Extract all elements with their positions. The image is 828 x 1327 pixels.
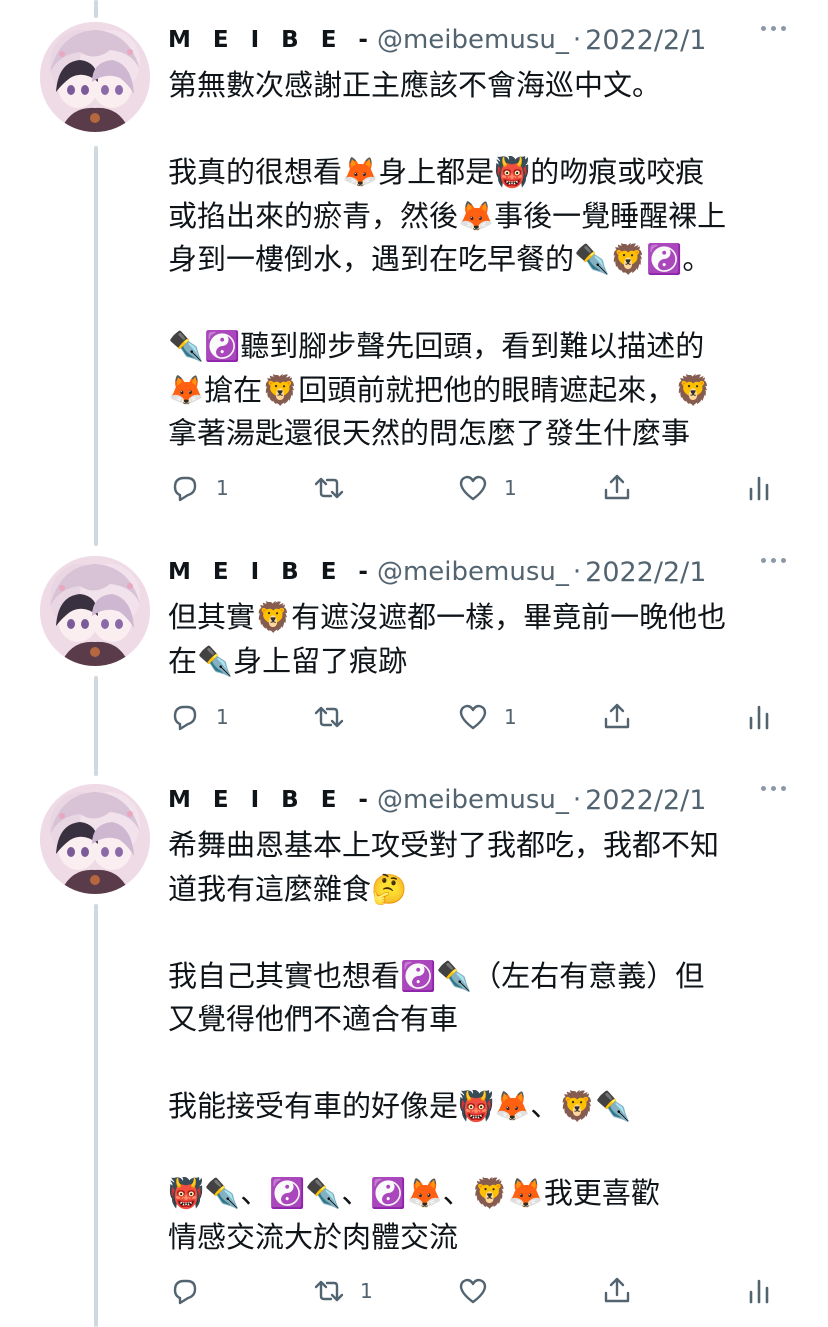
- heart-icon: [456, 700, 490, 734]
- thread-line: [94, 146, 98, 546]
- reply-icon: [168, 471, 202, 505]
- thread-line: [94, 676, 98, 776]
- text-line: 又覺得他們不適合有車: [168, 1002, 459, 1036]
- reply-count: 1: [216, 705, 229, 729]
- tweet-actions: 11: [168, 697, 769, 737]
- text-line: 在✒️身上留了痕跡: [168, 643, 408, 678]
- separator: ·: [572, 557, 582, 587]
- tweet-text: 但其實🦁有遮沒遮都一樣，畢竟前一晚他也 在✒️身上留了痕跡: [168, 596, 798, 683]
- tweet-header: M E I B E - @meibemusu_ · 2022/2/1: [168, 20, 706, 60]
- avatar[interactable]: [40, 22, 150, 132]
- tweet-date[interactable]: 2022/2/1: [585, 25, 706, 56]
- more-icon[interactable]: [761, 26, 786, 31]
- author-name[interactable]: M E I B E -: [168, 27, 375, 53]
- like-button[interactable]: 1: [456, 697, 517, 737]
- reply-button[interactable]: 1: [168, 468, 229, 508]
- tweet-actions: 1: [168, 1271, 769, 1311]
- analytics-icon: [742, 700, 776, 734]
- text-line: 我真的很想看🦊身上都是👹的吻痕或咬痕: [168, 155, 705, 189]
- text-line: 👹✒️、☯️✒️、☯️🦊、🦁🦊我更喜歡: [168, 1176, 660, 1210]
- text-line: 拿著湯匙還很天然的問怎麼了發生什麼事: [168, 416, 691, 450]
- analytics-button[interactable]: [742, 468, 776, 508]
- more-icon[interactable]: [761, 558, 786, 563]
- tweet-date[interactable]: 2022/2/1: [585, 557, 706, 588]
- thread-line-top: [94, 0, 98, 18]
- retweet-count: 1: [360, 1279, 373, 1303]
- tweet-header: M E I B E - @meibemusu_ · 2022/2/1: [168, 780, 706, 820]
- share-button[interactable]: [600, 468, 634, 508]
- share-icon: [600, 700, 634, 734]
- retweet-button[interactable]: [312, 468, 360, 508]
- analytics-button[interactable]: [742, 1271, 776, 1311]
- text-line: 第無數次感謝正主應該不會海巡中文。: [168, 68, 662, 102]
- separator: ·: [572, 25, 582, 55]
- reply-icon: [168, 1274, 202, 1308]
- avatar-image: [40, 556, 150, 666]
- retweet-button[interactable]: 1: [312, 1271, 373, 1311]
- text-line: 我自己其實也想看☯️✒️（左右有意義）但: [168, 958, 705, 993]
- more-icon[interactable]: [761, 786, 786, 791]
- text-line: 道我有這麼雜食🤔: [168, 871, 408, 906]
- reply-button[interactable]: [168, 1271, 216, 1311]
- tweet-header: M E I B E - @meibemusu_ · 2022/2/1: [168, 552, 706, 592]
- retweet-icon: [312, 700, 346, 734]
- analytics-button[interactable]: [742, 697, 776, 737]
- share-icon: [600, 471, 634, 505]
- text-line: 身到一樓倒水，遇到在吃早餐的✒️🦁☯️。: [168, 242, 712, 276]
- retweet-icon: [312, 471, 346, 505]
- text-line: 情感交流大於肉體交流: [168, 1219, 459, 1254]
- text-line: 但其實🦁有遮沒遮都一樣，畢竟前一晚他也: [168, 600, 727, 634]
- reply-icon: [168, 700, 202, 734]
- separator: ·: [572, 785, 582, 815]
- like-button[interactable]: 1: [456, 468, 517, 508]
- share-button[interactable]: [600, 697, 634, 737]
- tweet-actions: 11: [168, 468, 769, 508]
- share-icon: [600, 1274, 634, 1308]
- tweet-date[interactable]: 2022/2/1: [585, 785, 706, 816]
- author-handle[interactable]: @meibemusu_: [377, 25, 569, 55]
- tweet-text: 希舞曲恩基本上攻受對了我都吃，我都不知 道我有這麼雜食🤔 我自己其實也想看☯️✒️（…: [168, 824, 798, 1259]
- like-count: 1: [504, 476, 517, 500]
- avatar-image: [40, 22, 150, 132]
- share-button[interactable]: [600, 1271, 634, 1311]
- text-line: 🦊搶在🦁回頭前就把他的眼睛遮起來，🦁: [168, 372, 712, 407]
- avatar[interactable]: [40, 556, 150, 666]
- retweet-button[interactable]: [312, 697, 360, 737]
- tweet-text: 第無數次感謝正主應該不會海巡中文。我真的很想看🦊身上都是👹的吻痕或咬痕 或掐出來的…: [168, 64, 798, 456]
- like-button[interactable]: [456, 1271, 504, 1311]
- author-name[interactable]: M E I B E -: [168, 559, 375, 585]
- author-handle[interactable]: @meibemusu_: [377, 785, 569, 815]
- analytics-icon: [742, 1274, 776, 1308]
- text-line: ✒️☯️聽到腳步聲先回頭，看到難以描述的: [168, 329, 705, 363]
- text-line: 我能接受有車的好像是👹🦊、🦁✒️: [168, 1089, 632, 1123]
- text-line: 希舞曲恩基本上攻受對了我都吃，我都不知: [168, 828, 720, 862]
- like-count: 1: [504, 705, 517, 729]
- reply-button[interactable]: 1: [168, 697, 229, 737]
- thread-line: [94, 904, 98, 1327]
- analytics-icon: [742, 471, 776, 505]
- retweet-icon: [312, 1274, 346, 1308]
- text-line: 或掐出來的瘀青，然後🦊事後一覺睡醒裸上: [168, 198, 727, 233]
- author-name[interactable]: M E I B E -: [168, 787, 375, 813]
- heart-icon: [456, 1274, 490, 1308]
- heart-icon: [456, 471, 490, 505]
- reply-count: 1: [216, 476, 229, 500]
- avatar-image: [40, 784, 150, 894]
- author-handle[interactable]: @meibemusu_: [377, 557, 569, 587]
- avatar[interactable]: [40, 784, 150, 894]
